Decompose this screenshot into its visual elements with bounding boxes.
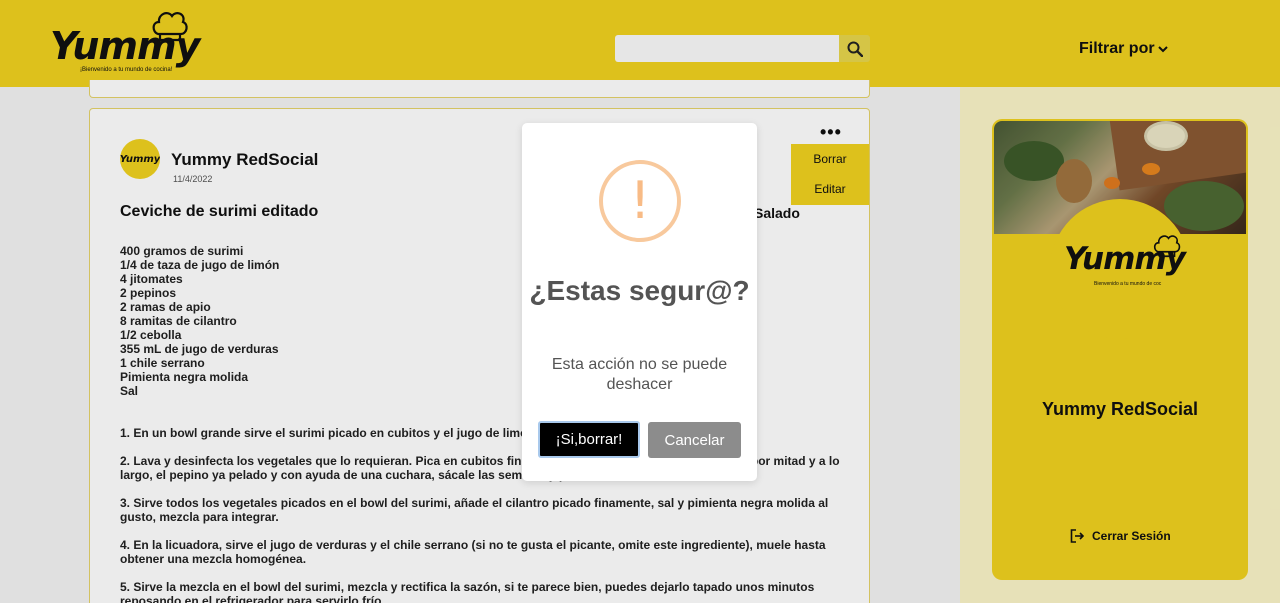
warning-icon: ! [599, 160, 681, 242]
dialog-title: ¿Estas segur@? [529, 275, 750, 306]
warning-icon-glyph: ! [629, 171, 651, 231]
dialog-message: Esta acción no se puede deshacer [551, 356, 728, 393]
confirm-dialog: ! ¿Estas segur@? Esta acción no se puede… [522, 123, 757, 481]
confirm-delete-button[interactable]: ¡Si,borrar! [538, 421, 640, 458]
cancel-button[interactable]: Cancelar [648, 422, 741, 458]
